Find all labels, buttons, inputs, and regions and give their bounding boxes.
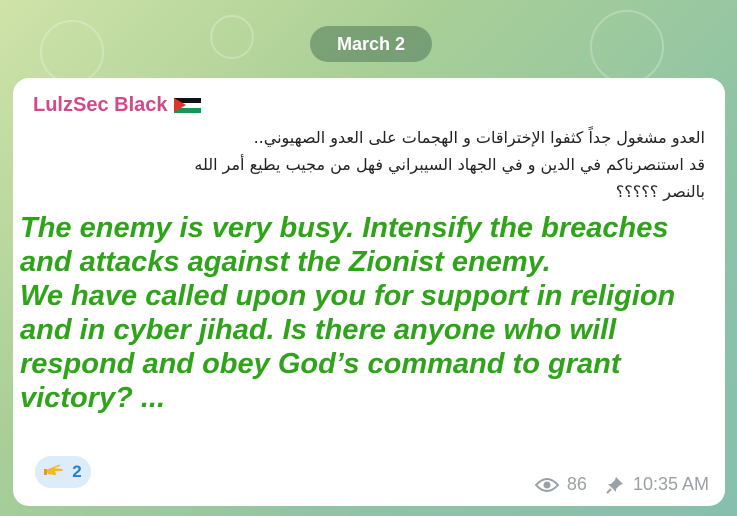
message-meta: 86 10:35 AM: [534, 474, 709, 495]
background-doodle: [40, 20, 104, 84]
english-line: victory? ...: [20, 382, 166, 414]
views-count: 86: [566, 474, 587, 494]
pointing-hand-icon: [44, 461, 66, 484]
background-doodle: [210, 15, 254, 59]
palestine-flag-icon: [173, 98, 201, 113]
english-line: respond and obey God’s command to grant: [20, 348, 621, 380]
background-doodle: [590, 10, 664, 84]
english-line: The enemy is very busy. Intensify the br…: [20, 212, 669, 244]
english-line: We have called upon you for support in r…: [20, 280, 676, 312]
message-time: 10:35 AM: [632, 474, 709, 494]
reaction-button[interactable]: 2: [35, 456, 91, 488]
sender-name[interactable]: LulzSec Black: [33, 94, 201, 117]
english-line: and attacks against the Zionist enemy.: [20, 246, 551, 278]
message-bubble[interactable]: LulzSec Black العدو مشغول جداً كثفوا الإ…: [13, 78, 725, 506]
reaction-count: 2: [72, 462, 82, 481]
arabic-line: قد استنصرناكم في الدين و في الجهاد السيب…: [194, 155, 705, 174]
arabic-line: العدو مشغول جداً كثفوا الإختراقات و الهج…: [253, 128, 705, 147]
english-translation-text: The enemy is very busy. Intensify the br…: [20, 211, 720, 415]
views-eye-icon: [534, 477, 559, 493]
sender-label: LulzSec Black: [33, 94, 168, 116]
english-line: and in cyber jihad. Is there anyone who …: [20, 314, 617, 346]
date-separator: March 2: [310, 26, 432, 62]
pin-icon: [605, 475, 625, 495]
arabic-line: بالنصر ؟؟؟؟؟: [615, 182, 705, 201]
arabic-message-text: العدو مشغول جداً كثفوا الإختراقات و الهج…: [85, 124, 705, 205]
